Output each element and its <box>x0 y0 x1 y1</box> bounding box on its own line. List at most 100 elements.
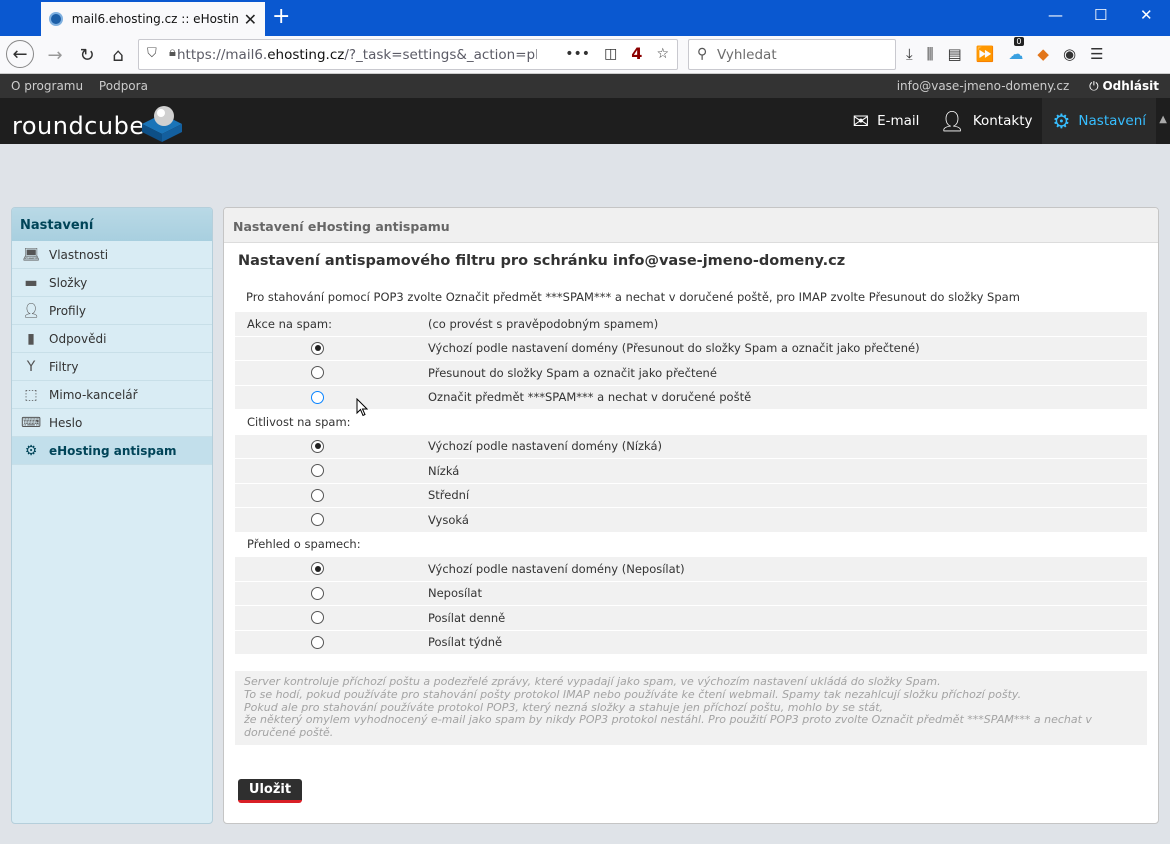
browser-tab[interactable]: mail6.ehosting.cz :: eHosting antispam ✕ <box>41 2 265 36</box>
sidebar-item-password[interactable]: ⌨ Heslo <box>12 409 212 437</box>
option-label[interactable]: Nízká <box>428 464 459 478</box>
top-links-bar: O programu Podpora info@vase-jmeno-domen… <box>0 74 1170 98</box>
section-label: Přehled o spamech: <box>247 537 361 552</box>
radio-spam-action-default[interactable] <box>311 341 324 355</box>
option-label[interactable]: Střední <box>428 488 469 502</box>
tab-close-icon[interactable]: ✕ <box>244 10 257 29</box>
option-row: Střední <box>235 483 1147 508</box>
panel-header: Nastavení eHosting antispamu <box>224 208 1158 243</box>
shield-icon[interactable]: ⛉ <box>147 46 157 61</box>
section-label: Akce na spam: <box>247 316 332 331</box>
option-label[interactable]: Vysoká <box>428 513 469 527</box>
gear-icon: ⚙ <box>1052 109 1071 133</box>
option-label[interactable]: Výchozí podle nastavení domény (Nízká) <box>428 439 662 453</box>
collapse-header-icon[interactable]: ▲ <box>1159 114 1167 125</box>
power-icon: ⏻ <box>1089 79 1099 93</box>
search-icon: ⚲ <box>697 46 708 62</box>
url-bar[interactable]: ⛉ 🔒︎ https://mail6.ehosting.cz/?_task=se… <box>138 39 678 70</box>
radio-report-default[interactable] <box>311 562 324 576</box>
section-hint: (co provést s pravěpodobným spamem) <box>428 316 659 331</box>
browser-tab-bar: mail6.ehosting.cz :: eHosting antispam ✕… <box>0 0 1170 36</box>
logout-button[interactable]: ⏻ Odhlásit <box>1089 79 1159 93</box>
radio-sensitivity-low[interactable] <box>311 464 324 478</box>
task-settings[interactable]: ⚙ Nastavení <box>1042 98 1156 144</box>
out-of-office-icon: ⬚ <box>24 386 38 403</box>
fox-extension-icon[interactable]: ◆ <box>1037 45 1049 63</box>
ghost-extension-icon[interactable]: ☁ 0 <box>1008 37 1024 63</box>
menu-icon[interactable]: ☰ <box>1090 45 1103 63</box>
profile-icon: 👤︎ <box>22 302 40 319</box>
option-label[interactable]: Posílat týdně <box>428 635 502 649</box>
envelope-icon: ✉ <box>852 109 870 133</box>
document-icon: ▮ <box>27 330 35 347</box>
roundcube-logo[interactable]: roundcube <box>12 112 145 140</box>
url-text: https://mail6.ehosting.cz/?_task=setting… <box>177 46 537 63</box>
account-icon[interactable]: ◉ <box>1063 45 1076 63</box>
radio-spam-action-mark[interactable] <box>311 390 324 404</box>
library-icon[interactable]: ⫼ <box>927 45 934 63</box>
new-tab-button[interactable]: + <box>272 5 290 29</box>
task-contacts[interactable]: 👤︎ Kontakty <box>929 98 1042 144</box>
option-label[interactable]: Výchozí podle nastavení domény (Neposíla… <box>428 562 685 576</box>
sidebar-item-folders[interactable]: ▬ Složky <box>12 269 212 297</box>
support-link[interactable]: Podpora <box>99 79 148 93</box>
back-arrow-icon[interactable]: ← <box>6 40 34 68</box>
extension-badge[interactable]: 4 <box>631 44 642 63</box>
option-label[interactable]: Výchozí podle nastavení domény (Přesunou… <box>428 341 920 355</box>
option-row: Neposílat <box>235 581 1147 606</box>
radio-spam-action-move[interactable] <box>311 366 324 380</box>
minimize-icon[interactable]: — <box>1048 6 1063 24</box>
option-row: Výchozí podle nastavení domény (Nízká) <box>235 434 1147 459</box>
sidebar-item-vacation[interactable]: ⬚ Mimo-kancelář <box>12 381 212 409</box>
option-row: Vysoká <box>235 508 1147 533</box>
sidebar-item-filters[interactable]: Y Filtry <box>12 353 212 381</box>
search-input[interactable]: ⚲ Vyhledat <box>688 39 896 70</box>
tab-title: mail6.ehosting.cz :: eHosting antispam <box>71 12 238 26</box>
option-label[interactable]: Označit předmět ***SPAM*** a nechat v do… <box>428 390 751 404</box>
sidebar-item-preferences[interactable]: 💻︎ Vlastnosti <box>12 241 212 269</box>
sidebar-title: Nastavení <box>12 208 212 241</box>
maximize-icon[interactable]: ☐ <box>1094 6 1107 24</box>
radio-sensitivity-medium[interactable] <box>311 488 324 502</box>
option-row: Posílat denně <box>235 606 1147 631</box>
antispam-options: Akce na spam: (co provést s pravěpodobný… <box>235 312 1147 655</box>
reload-icon[interactable]: ↻ <box>74 42 100 68</box>
settings-sidebar: Nastavení 💻︎ Vlastnosti ▬ Složky 👤︎ Profily… <box>11 207 213 824</box>
download-icon[interactable]: ⤓ <box>906 45 913 63</box>
page-title: Nastavení antispamového filtru pro schrá… <box>238 253 846 269</box>
sidebar-item-identities[interactable]: 👤︎ Profily <box>12 297 212 325</box>
pocket-icon[interactable]: ◫ <box>604 46 617 62</box>
sidebar-item-responses[interactable]: ▮ Odpovědi <box>12 325 212 353</box>
sidebar-item-antispam[interactable]: ⚙ eHosting antispam <box>12 437 212 465</box>
gear-icon: ⚙ <box>24 442 38 459</box>
section-report: Přehled o spamech: <box>235 532 1147 557</box>
settings-panel: Nastavení eHosting antispamu Nastavení a… <box>223 207 1159 824</box>
radio-report-weekly[interactable] <box>311 635 324 649</box>
forward-arrow-icon[interactable]: → <box>42 42 68 68</box>
home-icon[interactable]: ⌂ <box>105 42 131 68</box>
option-row: Výchozí podle nastavení domény (Neposíla… <box>235 557 1147 582</box>
radio-report-daily[interactable] <box>311 611 324 625</box>
save-button[interactable]: Uložit <box>238 779 302 803</box>
option-label[interactable]: Přesunout do složky Spam a označit jako … <box>428 366 717 380</box>
media-icon[interactable]: ⏩ <box>976 45 995 63</box>
roundcube-logo-icon <box>142 106 182 142</box>
task-email[interactable]: ✉ E-mail <box>842 98 929 144</box>
radio-sensitivity-default[interactable] <box>311 439 324 453</box>
option-label[interactable]: Neposílat <box>428 586 482 600</box>
user-email: info@vase-jmeno-domeny.cz <box>896 79 1070 93</box>
radio-sensitivity-high[interactable] <box>311 513 324 527</box>
page-actions-icon[interactable]: ••• <box>565 46 590 62</box>
option-row: Označit předmět ***SPAM*** a nechat v do… <box>235 385 1147 410</box>
sidebar-toggle-icon[interactable]: ▤ <box>948 45 962 63</box>
app-header: roundcube ✉ E-mail 👤︎ Kontakty ⚙ Nastavení … <box>0 98 1170 144</box>
laptop-icon: 💻︎ <box>22 246 40 263</box>
about-link[interactable]: O programu <box>11 79 83 93</box>
bookmark-star-icon[interactable]: ☆ <box>656 46 669 62</box>
lock-icon[interactable]: 🔒︎ <box>169 45 176 60</box>
section-label: Citlivost na spam: <box>247 414 351 429</box>
option-label[interactable]: Posílat denně <box>428 611 505 625</box>
radio-report-never[interactable] <box>311 586 324 600</box>
option-row: Nízká <box>235 459 1147 484</box>
window-close-icon[interactable]: ✕ <box>1140 6 1153 24</box>
